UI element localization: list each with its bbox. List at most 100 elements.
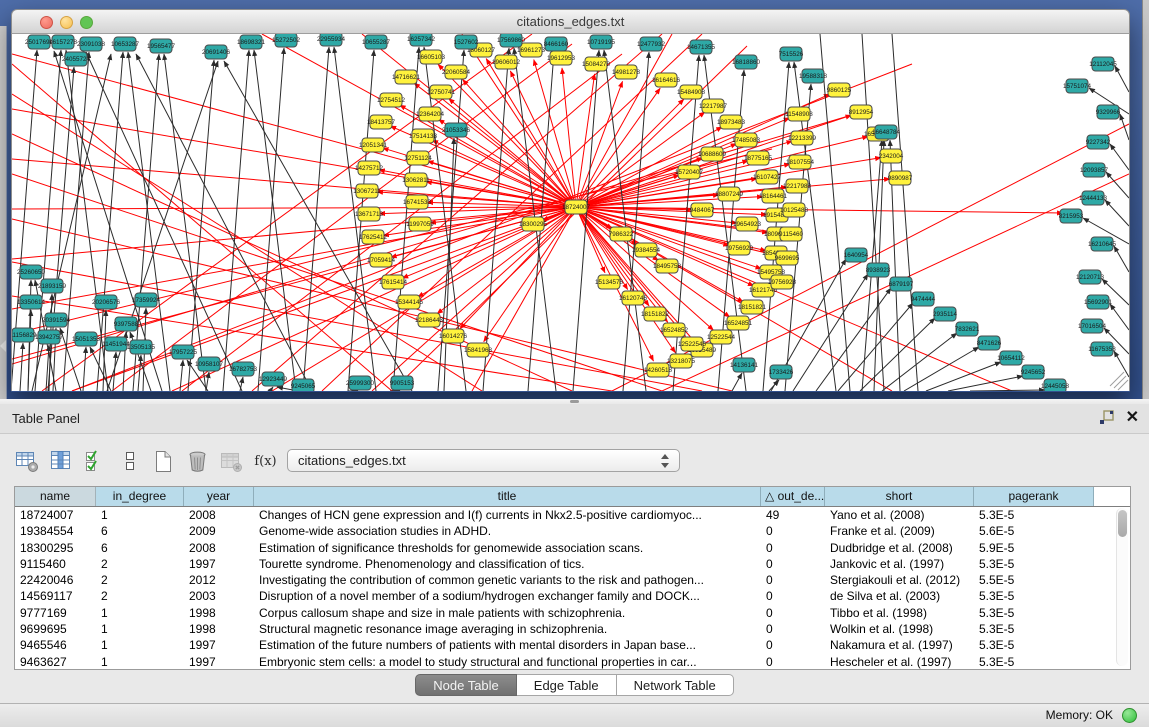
column-header-year[interactable]: year [184,487,254,506]
table-cell[interactable]: 9699695 [15,621,96,637]
graph-edge[interactable] [254,50,296,391]
table-cell[interactable]: 5.3E-5 [974,556,1094,572]
table-cell[interactable]: Franke et al. (2009) [825,523,974,539]
table-cell[interactable]: 1997 [184,637,254,653]
table-cell[interactable]: 5.3E-5 [974,588,1094,604]
graph-edge[interactable] [562,68,576,207]
table-cell[interactable]: Structural magnetic resonance image aver… [254,621,761,637]
tab-network-table[interactable]: Network Table [617,674,734,696]
table-cell[interactable]: Corpus callosum shape and size in male p… [254,605,761,621]
table-cell[interactable]: 0 [761,556,825,572]
table-cell[interactable]: Disruption of a novel member of a sodium… [254,588,761,604]
table-cell[interactable]: Tourette syndrome. Phenomenology and cla… [254,556,761,572]
table-scrollbar[interactable] [1116,508,1128,666]
table-row[interactable]: 977716911998Corpus callosum shape and si… [15,605,1130,621]
new-column-icon[interactable] [150,448,177,475]
table-cell[interactable]: Estimation of significance thresholds fo… [254,540,761,556]
table-row[interactable]: 2242004622012Investigating the contribut… [15,572,1130,588]
table-cell[interactable]: Stergiakouli et al. (2012) [825,572,974,588]
float-panel-icon[interactable] [1099,410,1115,430]
table-cell[interactable]: 0 [761,621,825,637]
table-cell[interactable]: 1998 [184,621,254,637]
graph-edge[interactable] [463,79,576,207]
table-cell[interactable]: 1 [96,637,184,653]
tab-edge-table[interactable]: Edge Table [517,674,617,696]
table-cell[interactable]: 2 [96,556,184,572]
table-cell[interactable]: 1997 [184,654,254,670]
table-cell[interactable]: 0 [761,523,825,539]
graph-edge[interactable] [90,347,111,391]
graph-edge[interactable] [258,48,284,391]
column-visibility-icon[interactable] [48,448,75,475]
column-header-out_de[interactable]: △ out_de... [761,487,825,506]
column-header-pagerank[interactable]: pagerank [974,487,1094,506]
table-cell[interactable]: 0 [761,540,825,556]
table-row[interactable]: 1938455462009Genome-wide association stu… [15,523,1130,539]
graph-edge[interactable] [892,34,918,391]
function-builder-icon[interactable]: f(x) [252,448,279,475]
table-row[interactable]: 1872400712008Changes of HCN gene express… [15,507,1130,523]
graph-edge[interactable] [1115,66,1129,92]
table-cell[interactable]: 22420046 [15,572,96,588]
graph-edge[interactable] [926,362,1001,391]
graph-edge[interactable] [1120,114,1129,140]
table-cell[interactable]: 1 [96,621,184,637]
graph-edge[interactable] [12,207,576,259]
table-cell[interactable]: 5.3E-5 [974,654,1094,670]
table-cell[interactable]: 5.3E-5 [974,507,1094,523]
scrollbar-thumb[interactable] [1118,510,1127,537]
table-cell[interactable]: 0 [761,654,825,670]
table-cell[interactable]: 0 [761,572,825,588]
table-cell[interactable]: 5.3E-5 [974,605,1094,621]
graph-edge[interactable] [12,64,392,391]
table-cell[interactable]: Yano et al. (2008) [825,507,974,523]
table-cell[interactable]: Estimation of the future numbers of pati… [254,637,761,653]
graph-edge[interactable] [623,52,649,391]
table-cell[interactable]: 19384554 [15,523,96,539]
table-cell[interactable]: 5.3E-5 [974,621,1094,637]
select-rows-icon[interactable] [82,448,109,475]
delete-column-icon[interactable] [184,448,211,475]
table-cell[interactable]: 1998 [184,605,254,621]
table-cell[interactable]: Investigating the contribution of common… [254,572,761,588]
tab-node-table[interactable]: Node Table [415,674,517,696]
table-cell[interactable]: 5.3E-5 [974,637,1094,653]
close-window-button[interactable] [40,16,53,29]
table-row[interactable]: 946362711997Embryonic stem cells: a mode… [15,654,1130,670]
table-cell[interactable]: 49 [761,507,825,523]
graph-edge[interactable] [1110,304,1129,330]
network-canvas[interactable]: 1872400716605103147166211275451218413757… [11,34,1130,391]
table-cell[interactable]: 0 [761,605,825,621]
table-cell[interactable]: Dudbridge et al. (2008) [825,540,974,556]
canvas-resize-grip[interactable] [1110,372,1128,390]
table-cell[interactable]: 2009 [184,523,254,539]
table-cell[interactable]: Embryonic stem cells: a model to study s… [254,654,761,670]
graph-edge[interactable] [303,47,329,391]
table-selector-dropdown[interactable]: citations_edges.txt [287,449,680,472]
window-titlebar[interactable]: citations_edges.txt [11,9,1130,34]
table-cell[interactable]: 5.5E-5 [974,572,1094,588]
table-cell[interactable]: Hescheler et al. (1997) [825,654,974,670]
table-cell[interactable]: 9115460 [15,556,96,572]
table-cell[interactable]: 5.9E-5 [974,540,1094,556]
close-panel-icon[interactable]: ✕ [1126,407,1139,429]
graph-edge[interactable] [83,347,86,391]
collapse-panel-arrow-icon[interactable] [0,340,6,352]
graph-edge[interactable] [1105,200,1129,226]
table-mode-icon[interactable] [14,448,41,475]
graph-edge[interactable] [444,138,454,391]
table-cell[interactable]: Genome-wide association studies in ADHD. [254,523,761,539]
graph-edge[interactable] [604,50,646,391]
table-cell[interactable]: Nakamura et al. (1997) [825,637,974,653]
table-cell[interactable]: 1997 [184,556,254,572]
table-cell[interactable]: Jankovic et al. (1997) [825,556,974,572]
table-cell[interactable]: 9463627 [15,654,96,670]
row-height-icon[interactable] [116,448,143,475]
table-cell[interactable]: Tibbo et al. (1998) [825,605,974,621]
graph-edge[interactable] [449,98,576,207]
column-header-title[interactable]: title [254,487,761,506]
table-cell[interactable]: 0 [761,588,825,604]
graph-edge[interactable] [1114,351,1129,377]
table-cell[interactable]: 9777169 [15,605,96,621]
graph-edge[interactable] [223,50,249,391]
